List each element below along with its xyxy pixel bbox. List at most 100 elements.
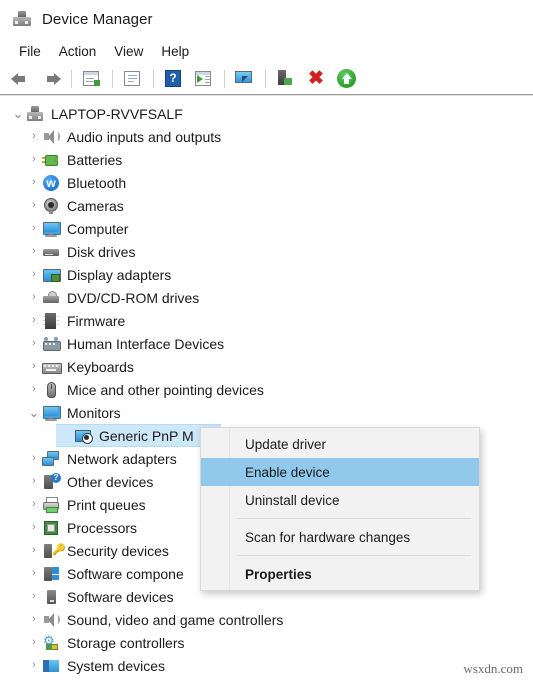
- chevron-right-icon[interactable]: ›: [26, 131, 42, 142]
- tree-item-label: Sound, video and game controllers: [67, 611, 284, 628]
- tree-item-label: Audio inputs and outputs: [67, 128, 222, 145]
- chevron-right-icon[interactable]: ›: [26, 522, 42, 533]
- chevron-right-icon[interactable]: ›: [26, 453, 42, 464]
- tree-item[interactable]: › Display adapters: [0, 263, 533, 286]
- computer-root-icon: [26, 105, 44, 123]
- chevron-right-icon[interactable]: ›: [26, 660, 42, 671]
- menu-file[interactable]: File: [10, 42, 50, 61]
- forward-icon[interactable]: [38, 67, 64, 91]
- toolbar-separator: [153, 70, 154, 88]
- menu-bar: File Action View Help: [0, 38, 533, 64]
- tree-item[interactable]: › Sound, video and game controllers: [0, 608, 533, 631]
- context-menu-item[interactable]: Update driver: [201, 430, 479, 458]
- tree-item-label: Storage controllers: [67, 634, 185, 651]
- chevron-right-icon[interactable]: ›: [26, 499, 42, 510]
- chevron-right-icon[interactable]: ›: [26, 637, 42, 648]
- show-hidden-devices-icon[interactable]: [120, 67, 146, 91]
- menu-view[interactable]: View: [105, 42, 152, 61]
- chevron-down-icon[interactable]: ⌄: [10, 107, 26, 120]
- disk-drive-icon: [42, 243, 60, 261]
- tree-item[interactable]: › Keyboards: [0, 355, 533, 378]
- tree-item-label: Firmware: [67, 312, 126, 329]
- tree-item[interactable]: › Firmware: [0, 309, 533, 332]
- toolbar: ? ✖: [0, 64, 533, 94]
- install-legacy-device-icon[interactable]: [273, 67, 299, 91]
- camera-icon: [42, 197, 60, 215]
- chevron-down-icon[interactable]: ⌄: [26, 406, 42, 419]
- processor-icon: [42, 519, 60, 537]
- chevron-right-icon[interactable]: ›: [26, 292, 42, 303]
- context-menu-item[interactable]: Uninstall device: [201, 486, 479, 514]
- chevron-right-icon[interactable]: ›: [26, 384, 42, 395]
- tree-item[interactable]: › DVD/CD-ROM drives: [0, 286, 533, 309]
- tree-item[interactable]: › Mice and other pointing devices: [0, 378, 533, 401]
- storage-controller-icon: ⚙: [42, 634, 60, 652]
- chevron-right-icon[interactable]: ›: [26, 476, 42, 487]
- software-component-icon: [42, 565, 60, 583]
- help-icon[interactable]: ?: [161, 67, 187, 91]
- chevron-right-icon[interactable]: ›: [26, 154, 42, 165]
- tree-item[interactable]: › Audio inputs and outputs: [0, 125, 533, 148]
- chevron-right-icon[interactable]: ›: [26, 568, 42, 579]
- firmware-icon: [42, 312, 60, 330]
- properties-icon[interactable]: [79, 67, 105, 91]
- chevron-right-icon[interactable]: ›: [26, 614, 42, 625]
- chevron-right-icon[interactable]: ›: [26, 545, 42, 556]
- chevron-right-icon[interactable]: ›: [26, 361, 42, 372]
- chevron-right-icon[interactable]: ›: [26, 315, 42, 326]
- chevron-right-icon[interactable]: ›: [26, 177, 42, 188]
- chevron-right-icon[interactable]: ›: [26, 246, 42, 257]
- toolbar-separator: [71, 70, 72, 88]
- tree-item-label: System devices: [67, 657, 166, 674]
- tree-item[interactable]: ⌄ LAPTOP-RVVFSALF: [0, 102, 533, 125]
- scan-hardware-changes-icon[interactable]: [232, 67, 258, 91]
- tree-item[interactable]: › Human Interface Devices: [0, 332, 533, 355]
- tree-item[interactable]: › System devices: [0, 654, 533, 676]
- tree-item-label: Security devices: [67, 542, 169, 559]
- monitor-icon: [42, 404, 61, 422]
- tree-item-label: LAPTOP-RVVFSALF: [51, 105, 183, 122]
- tree-item[interactable]: ⌄ Monitors: [0, 401, 533, 424]
- tree-item-label: Processors: [67, 519, 138, 536]
- context-menu: Update driver Enable device Uninstall devi…: [200, 427, 480, 591]
- tree-item[interactable]: › ⚙ Storage controllers: [0, 631, 533, 654]
- tree-item-label: Display adapters: [67, 266, 172, 283]
- tree-item-label: Batteries: [67, 151, 123, 168]
- tree-item-label: Software devices: [67, 588, 174, 605]
- chevron-right-icon[interactable]: ›: [26, 200, 42, 211]
- back-icon[interactable]: [8, 67, 34, 91]
- printer-icon: [42, 496, 60, 514]
- speaker-icon: [42, 128, 60, 146]
- uninstall-device-icon[interactable]: ✖: [303, 67, 329, 91]
- tree-item[interactable]: › Batteries: [0, 148, 533, 171]
- bluetooth-icon: w: [42, 174, 60, 192]
- tree-item[interactable]: › Cameras: [0, 194, 533, 217]
- tree-item[interactable]: › Disk drives: [0, 240, 533, 263]
- tree-item-label: Human Interface Devices: [67, 335, 225, 352]
- hid-icon: [42, 335, 61, 353]
- dvd-drive-icon: [42, 289, 60, 307]
- sound-controller-icon: [42, 611, 60, 629]
- tree-item-label: Other devices: [67, 473, 154, 490]
- chevron-right-icon[interactable]: ›: [26, 223, 42, 234]
- tree-item[interactable]: › Computer: [0, 217, 533, 240]
- security-device-icon: 🔑: [42, 542, 66, 560]
- mouse-icon: [42, 381, 60, 399]
- context-menu-item[interactable]: Enable device: [201, 458, 479, 486]
- menu-action[interactable]: Action: [50, 42, 106, 61]
- tree-item[interactable]: › w Bluetooth: [0, 171, 533, 194]
- enable-device-icon[interactable]: [333, 67, 359, 91]
- toolbar-separator: [224, 70, 225, 88]
- context-menu-item[interactable]: Scan for hardware changes: [201, 523, 479, 551]
- tree-item-label: DVD/CD-ROM drives: [67, 289, 200, 306]
- update-driver-icon[interactable]: [191, 67, 217, 91]
- tree-item-label: Disk drives: [67, 243, 136, 260]
- tree-item-label: Monitors: [67, 404, 121, 421]
- chevron-right-icon[interactable]: ›: [26, 269, 42, 280]
- title-bar: Device Manager: [0, 0, 533, 38]
- context-menu-item[interactable]: Properties: [201, 560, 479, 588]
- chevron-right-icon[interactable]: ›: [26, 338, 42, 349]
- menu-help[interactable]: Help: [152, 42, 198, 61]
- tree-item-label: Bluetooth: [67, 174, 127, 191]
- chevron-right-icon[interactable]: ›: [26, 591, 42, 602]
